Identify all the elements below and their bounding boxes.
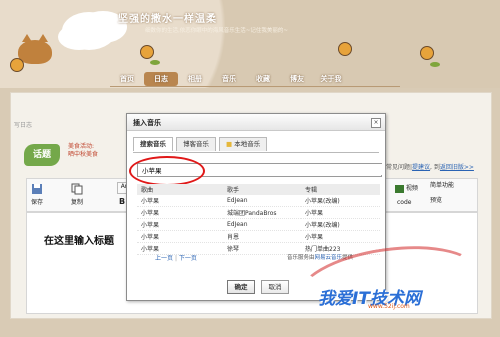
promo-text: 美食活动: 晒中秋美食: [68, 143, 98, 159]
dialog-header: [127, 114, 385, 131]
pagination: 上一页 | 下一页: [155, 253, 197, 262]
bee-decoration: [140, 45, 154, 59]
album-cell: 小苹果: [301, 206, 380, 219]
table-header-row: 歌曲 歌手 专辑: [137, 184, 380, 195]
artist-cell: 肖恩: [223, 230, 301, 243]
leaf-decoration: [430, 62, 440, 67]
bold-button[interactable]: B: [119, 197, 125, 206]
folder-icon: ■: [226, 140, 233, 148]
main-nav: 首页 日志 相册 音乐 收藏 博友 关于我: [110, 72, 348, 86]
highlight-annotation: [129, 156, 205, 186]
nav-divider: [110, 86, 400, 87]
column-artist: 歌手: [223, 184, 301, 195]
nav-item-home[interactable]: 首页: [110, 72, 144, 86]
column-album: 专辑: [301, 184, 380, 195]
prev-page-link[interactable]: 上一页: [155, 255, 173, 262]
tab-local-music[interactable]: ■ 本地音乐: [219, 137, 268, 151]
save-icon: [32, 184, 42, 194]
nav-item-about[interactable]: 关于我: [314, 72, 348, 86]
save-button[interactable]: 保存: [31, 183, 43, 206]
site-title: 坚强的撒水一样温柔: [118, 14, 217, 25]
music-source-tabs: 搜索音乐 博客音乐 ■ 本地音乐: [133, 137, 268, 151]
table-row[interactable]: 小苹果 城端团PandaBros 小苹果: [137, 206, 380, 219]
close-icon[interactable]: ×: [371, 118, 381, 128]
nav-item-music[interactable]: 音乐: [212, 72, 246, 86]
promo-link[interactable]: 晒中秋美食: [68, 151, 98, 159]
nav-item-friends[interactable]: 博友: [280, 72, 314, 86]
results-table: 歌曲 歌手 专辑 小苹果 EdJean 小苹果(改编) 小苹果 城端团Panda…: [137, 184, 380, 255]
album-cell: 小苹果(改编): [301, 195, 380, 207]
site-subtitle: 细数你的生活,依恋你眼中的海风音乐生活~记住我美丽的~: [145, 28, 288, 34]
cloud-decoration: [62, 12, 116, 50]
copy-label: 复制: [71, 199, 84, 206]
next-page-link[interactable]: 下一页: [179, 255, 197, 262]
breadcrumb: 写日志: [14, 122, 33, 129]
nav-item-blog[interactable]: 日志: [144, 72, 178, 86]
preview-link[interactable]: 预览: [430, 195, 454, 204]
table-row[interactable]: 小苹果 肖恩 小苹果: [137, 230, 380, 243]
search-results: 歌曲 歌手 专辑 小苹果 EdJean 小苹果(改编) 小苹果 城端团Panda…: [137, 184, 380, 255]
post-title-placeholder[interactable]: 在这里输入标题: [44, 232, 114, 247]
artist-cell: 城端团PandaBros: [223, 206, 301, 219]
suggest-link[interactable]: 提建议: [412, 164, 430, 171]
table-row[interactable]: 小苹果 EdJean 小苹果(改编): [137, 218, 380, 231]
album-cell: 小苹果: [301, 230, 380, 243]
song-cell[interactable]: 小苹果: [137, 206, 223, 219]
watermark-url: www.52ij.com: [368, 303, 410, 310]
toolbar-toggles: 简单功能 预览: [430, 180, 454, 204]
column-song: 歌曲: [137, 184, 223, 195]
artist-cell: EdJean: [223, 195, 301, 207]
confirm-button[interactable]: 确定: [227, 280, 255, 294]
video-button[interactable]: 视频: [395, 183, 418, 193]
video-icon: [395, 184, 404, 193]
bee-decoration: [338, 42, 352, 56]
links-mid: , 到: [430, 164, 440, 171]
nav-item-album[interactable]: 相册: [178, 72, 212, 86]
tab-blog-music[interactable]: 博客音乐: [176, 137, 216, 151]
simple-mode-link[interactable]: 简单功能: [430, 180, 454, 189]
song-cell[interactable]: 小苹果: [137, 195, 223, 207]
video-label: 视频: [405, 185, 418, 192]
tab-local-music-label: 本地音乐: [234, 140, 261, 148]
album-cell: 小苹果(改编): [301, 218, 380, 231]
song-cell[interactable]: 小苹果: [137, 218, 223, 231]
faq-prefix: 常见问题|: [386, 164, 413, 171]
leaf-decoration: [150, 60, 160, 65]
old-version-link[interactable]: 返回旧版>>: [440, 164, 474, 171]
copy-icon: [71, 183, 83, 195]
bee-decoration: [420, 46, 434, 60]
topic-logo[interactable]: 话题: [24, 144, 60, 166]
cat-decoration: [18, 34, 52, 64]
help-links: 常见问题|提建议, 到返回旧版>>: [386, 162, 474, 171]
ladybug-decoration: [10, 58, 24, 72]
copy-button[interactable]: 复制: [71, 183, 83, 206]
pager-separator: |: [174, 255, 177, 262]
nav-item-favorites[interactable]: 收藏: [246, 72, 280, 86]
tab-search-music[interactable]: 搜索音乐: [133, 137, 173, 151]
artist-cell: EdJean: [223, 218, 301, 231]
song-cell[interactable]: 小苹果: [137, 230, 223, 243]
save-label: 保存: [31, 199, 44, 206]
table-row[interactable]: 小苹果 EdJean 小苹果(改编): [137, 195, 380, 207]
code-button[interactable]: code: [397, 199, 411, 206]
dialog-title: 插入音乐: [133, 119, 161, 127]
tabs-divider: [133, 152, 379, 153]
cancel-button[interactable]: 取消: [261, 280, 289, 294]
provider-prefix: 音乐服务由: [287, 255, 315, 261]
promo-line: 美食活动:: [68, 143, 95, 150]
